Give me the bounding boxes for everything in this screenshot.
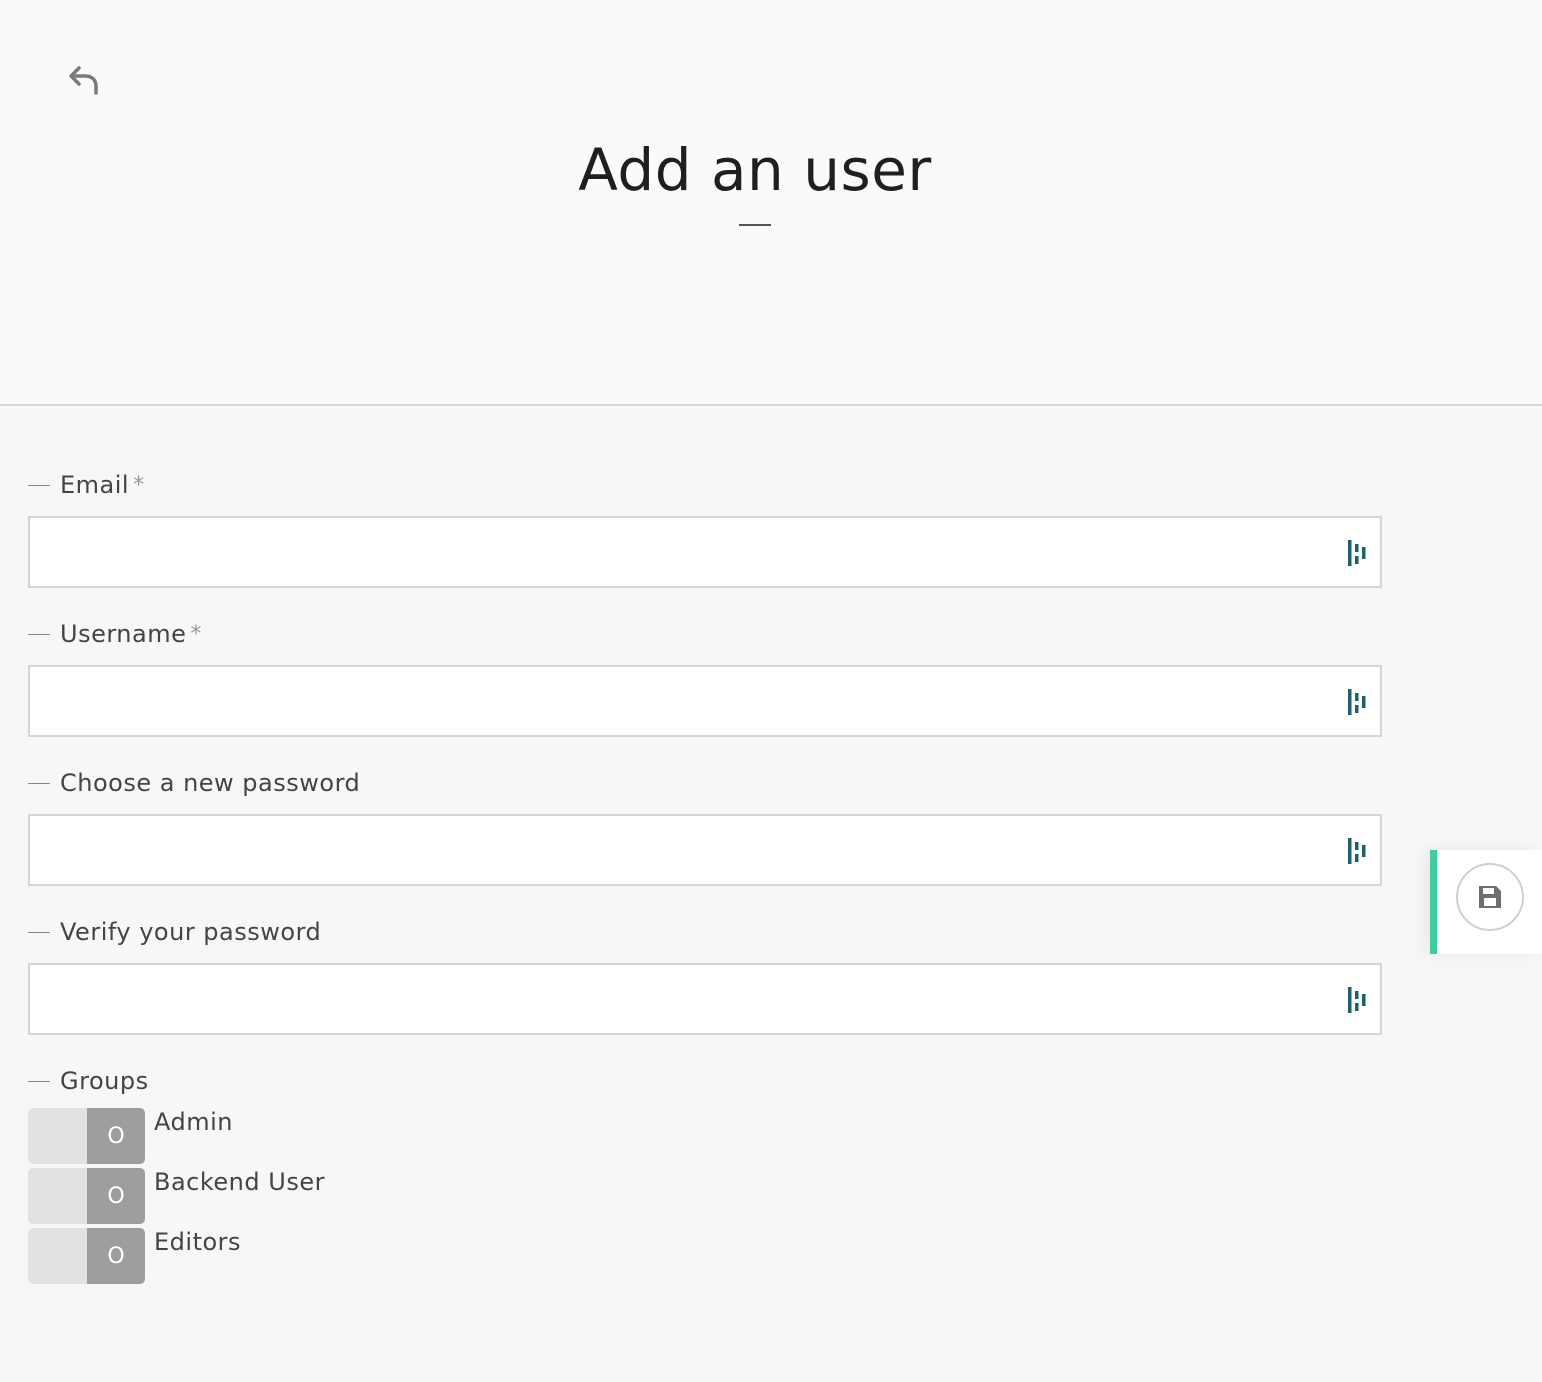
verify-password-field-group: Verify your password — [28, 913, 1382, 1035]
title-underline — [739, 224, 771, 226]
toggle-knob: O — [87, 1228, 145, 1284]
username-label: Username * — [28, 615, 1382, 653]
save-panel — [1430, 850, 1542, 954]
new-password-label-text: Choose a new password — [60, 769, 361, 797]
verify-password-input-box — [28, 963, 1382, 1035]
username-field-group: Username * — [28, 615, 1382, 737]
password-manager-icon[interactable] — [1346, 687, 1370, 717]
username-input[interactable] — [30, 667, 1380, 735]
back-button[interactable] — [64, 60, 104, 100]
password-manager-icon[interactable] — [1346, 538, 1370, 568]
required-marker: * — [133, 472, 145, 498]
group-item-backend-user: O Backend User — [28, 1168, 1382, 1228]
backend-user-toggle[interactable]: O — [28, 1168, 145, 1224]
toggle-track — [28, 1228, 87, 1284]
label-dash — [28, 1080, 50, 1082]
username-label-text: Username — [60, 620, 187, 648]
new-password-label: Choose a new password — [28, 764, 1382, 802]
label-dash — [28, 782, 50, 784]
email-input[interactable] — [30, 518, 1380, 586]
page-title: Add an user — [578, 136, 932, 204]
group-name-editors: Editors — [154, 1228, 242, 1256]
email-label: Email * — [28, 466, 1382, 504]
group-item-editors: O Editors — [28, 1228, 1382, 1288]
required-marker: * — [190, 621, 202, 647]
undo-arrow-icon — [69, 66, 98, 95]
toggle-track — [28, 1168, 87, 1224]
verify-password-label-text: Verify your password — [60, 918, 322, 946]
password-manager-icon[interactable] — [1346, 836, 1370, 866]
editors-toggle[interactable]: O — [28, 1228, 145, 1284]
new-password-input[interactable] — [30, 816, 1380, 884]
groups-label-text: Groups — [60, 1067, 149, 1095]
new-password-input-box — [28, 814, 1382, 886]
new-password-field-group: Choose a new password — [28, 764, 1382, 886]
verify-password-input[interactable] — [30, 965, 1380, 1033]
page-header: Add an user — [0, 0, 1542, 406]
group-item-admin: O Admin — [28, 1108, 1382, 1168]
email-label-text: Email — [60, 471, 130, 499]
email-field-group: Email * — [28, 466, 1382, 588]
user-form: Email * Username * Choose a new password… — [28, 466, 1382, 1288]
admin-toggle[interactable]: O — [28, 1108, 145, 1164]
save-button[interactable] — [1456, 863, 1524, 931]
groups-label: Groups — [28, 1062, 1382, 1100]
label-dash — [28, 633, 50, 635]
group-name-admin: Admin — [154, 1108, 233, 1136]
group-name-backend-user: Backend User — [154, 1168, 325, 1196]
toggle-knob: O — [87, 1108, 145, 1164]
groups-field-group: Groups O Admin O Backend User O Editors — [28, 1062, 1382, 1288]
label-dash — [28, 931, 50, 933]
toggle-knob: O — [87, 1168, 145, 1224]
label-dash — [28, 484, 50, 486]
toggle-track — [28, 1108, 87, 1164]
username-input-box — [28, 665, 1382, 737]
password-manager-icon[interactable] — [1346, 985, 1370, 1015]
email-input-box — [28, 516, 1382, 588]
verify-password-label: Verify your password — [28, 913, 1382, 951]
floppy-disk-icon — [1479, 886, 1501, 908]
